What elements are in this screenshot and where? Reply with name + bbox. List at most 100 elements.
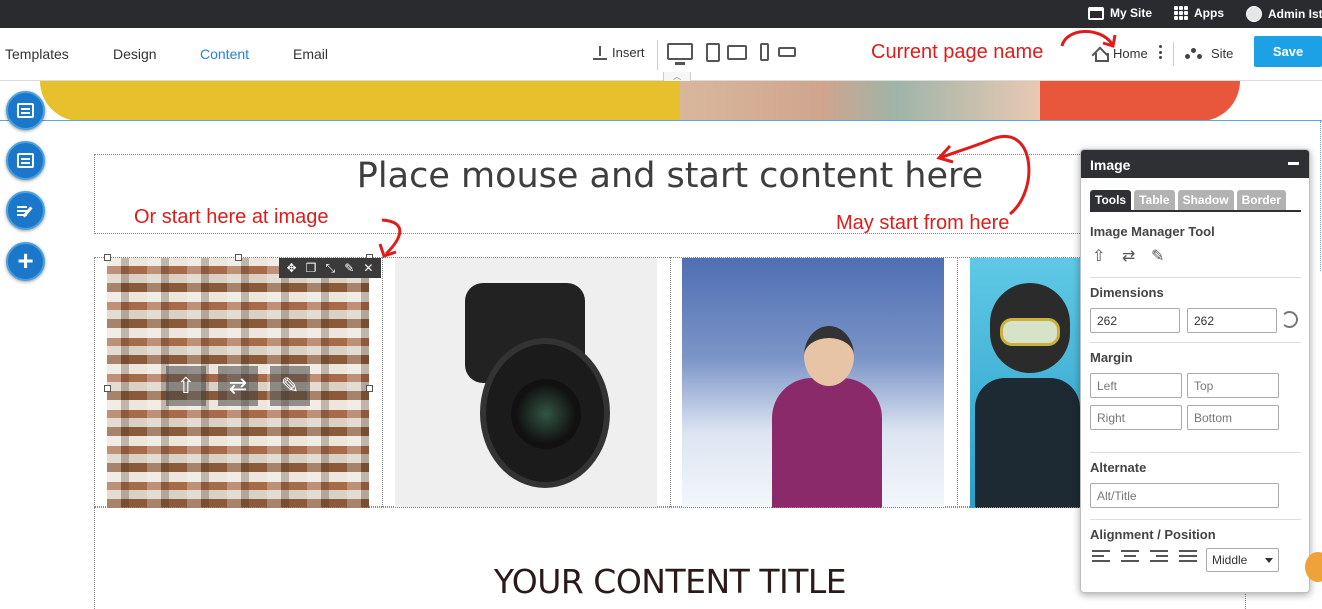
margin-bottom-input[interactable] xyxy=(1187,405,1279,430)
layout-icon xyxy=(17,103,34,118)
annotation-start-here: May start from here xyxy=(836,212,1010,234)
image-toolbar: ✥ ❐ ⤡ ✎ ✕ xyxy=(279,258,381,278)
align-center-icon[interactable] xyxy=(1121,550,1139,564)
move-icon[interactable]: ✥ xyxy=(287,262,297,274)
phone-landscape-icon[interactable] xyxy=(778,47,796,57)
resize-icon[interactable]: ⤡ xyxy=(326,262,336,274)
apps-link[interactable]: Apps xyxy=(1174,6,1224,20)
tablet-landscape-icon[interactable] xyxy=(727,45,747,60)
edit-content-button[interactable] xyxy=(6,191,45,230)
editor-toolbar: Templates Design Content Email Insert Ho… xyxy=(0,28,1322,81)
image-skier[interactable] xyxy=(682,258,944,508)
column-divider xyxy=(670,257,671,507)
divider xyxy=(1090,342,1301,343)
tab-table[interactable]: Table xyxy=(1134,190,1175,210)
close-icon[interactable]: ✕ xyxy=(363,262,373,274)
home-icon xyxy=(1093,47,1109,62)
resize-handle[interactable] xyxy=(104,254,111,261)
current-page-name: Home xyxy=(1113,46,1148,61)
tab-content[interactable]: Content xyxy=(200,46,249,62)
upload-image-button[interactable]: ⇧ xyxy=(166,366,206,406)
page-selector[interactable]: Home xyxy=(1093,46,1148,62)
panel-header[interactable]: Image xyxy=(1081,150,1309,178)
sections-button[interactable] xyxy=(6,141,45,180)
download-icon xyxy=(593,45,607,60)
align-justify-icon[interactable] xyxy=(1179,550,1197,564)
pin-icon[interactable]: ✎ xyxy=(344,262,354,274)
phone-portrait-icon[interactable] xyxy=(760,43,769,61)
upload-icon: ⇧ xyxy=(176,373,196,398)
sitemap-icon xyxy=(1185,47,1203,60)
edit-icon: ✎ xyxy=(280,373,300,398)
align-left-icon[interactable] xyxy=(1092,550,1110,564)
image-manager-heading: Image Manager Tool xyxy=(1090,224,1215,239)
reset-size-icon[interactable] xyxy=(1281,311,1298,328)
toolbar-divider xyxy=(657,40,658,70)
add-block-button[interactable]: + xyxy=(6,242,45,281)
window-icon xyxy=(1088,6,1104,20)
annotation-current-page: Current page name xyxy=(871,41,1044,63)
tablet-portrait-icon[interactable] xyxy=(706,43,720,62)
admin-menu[interactable]: Admin Istra xyxy=(1246,6,1322,22)
position-select[interactable]: Middle xyxy=(1206,548,1279,572)
toolbar-divider xyxy=(1173,42,1174,66)
resize-handle[interactable] xyxy=(104,385,111,392)
insert-button[interactable]: Insert xyxy=(593,45,645,60)
page-menu-icon[interactable] xyxy=(1159,45,1162,59)
upload-icon[interactable]: ⇧ xyxy=(1092,248,1110,266)
save-button[interactable]: Save xyxy=(1254,36,1322,67)
insert-label: Insert xyxy=(612,45,645,60)
plus-icon: + xyxy=(17,244,34,276)
my-site-link[interactable]: My Site xyxy=(1088,6,1152,20)
divider xyxy=(1090,277,1301,278)
duplicate-icon[interactable]: ❐ xyxy=(306,262,317,274)
margin-heading: Margin xyxy=(1090,350,1133,365)
column-divider xyxy=(382,257,383,507)
position-value: Middle xyxy=(1212,553,1248,567)
alternate-heading: Alternate xyxy=(1090,460,1147,475)
avatar xyxy=(1246,6,1262,22)
section-guide xyxy=(1320,121,1321,271)
layout-button[interactable] xyxy=(6,91,45,130)
resize-handle[interactable] xyxy=(366,385,373,392)
panel-title: Image xyxy=(1090,157,1131,173)
edit-image-button[interactable]: ✎ xyxy=(270,366,310,406)
site-button[interactable]: Site xyxy=(1185,46,1233,61)
divider xyxy=(1090,452,1301,453)
tab-tools[interactable]: Tools xyxy=(1090,190,1132,210)
column-divider xyxy=(957,257,958,507)
image-camera[interactable] xyxy=(395,258,657,508)
margin-top-input[interactable] xyxy=(1187,373,1279,398)
site-label: Site xyxy=(1211,46,1234,61)
edit-icon[interactable]: ✎ xyxy=(1151,248,1169,266)
annotation-start-image: Or start here at image xyxy=(134,206,329,228)
alt-title-input[interactable] xyxy=(1090,483,1279,508)
tab-design[interactable]: Design xyxy=(113,46,157,62)
shuffle-icon: ⇄ xyxy=(228,373,248,398)
height-input[interactable] xyxy=(1187,308,1277,333)
tab-email[interactable]: Email xyxy=(293,46,328,62)
tab-templates[interactable]: Templates xyxy=(5,46,69,62)
margin-right-input[interactable] xyxy=(1090,405,1182,430)
width-input[interactable] xyxy=(1090,308,1180,333)
image-properties-panel: Image Tools Table Shadow Border Image Ma… xyxy=(1080,149,1310,593)
alignment-heading: Alignment / Position xyxy=(1090,527,1216,542)
edit-text-icon xyxy=(16,204,35,218)
my-site-label: My Site xyxy=(1110,6,1153,20)
hero-image[interactable] xyxy=(40,81,1240,121)
admin-label: Admin Istra xyxy=(1268,7,1322,21)
resize-handle[interactable] xyxy=(235,254,242,261)
shuffle-icon[interactable]: ⇄ xyxy=(1122,248,1140,266)
headline-text[interactable]: Place mouse and start content here xyxy=(94,156,1246,196)
shuffle-image-button[interactable]: ⇄ xyxy=(218,366,258,406)
align-right-icon[interactable] xyxy=(1150,550,1168,564)
image-diver[interactable] xyxy=(970,258,1080,508)
minimize-icon[interactable] xyxy=(1288,162,1299,165)
content-title[interactable]: YOUR CONTENT TITLE xyxy=(94,562,1246,601)
tab-border[interactable]: Border xyxy=(1236,190,1286,210)
sections-icon xyxy=(17,153,34,168)
desktop-view-icon[interactable] xyxy=(667,43,693,65)
tab-shadow[interactable]: Shadow xyxy=(1177,190,1234,210)
margin-left-input[interactable] xyxy=(1090,373,1182,398)
apps-grid-icon xyxy=(1174,6,1188,20)
